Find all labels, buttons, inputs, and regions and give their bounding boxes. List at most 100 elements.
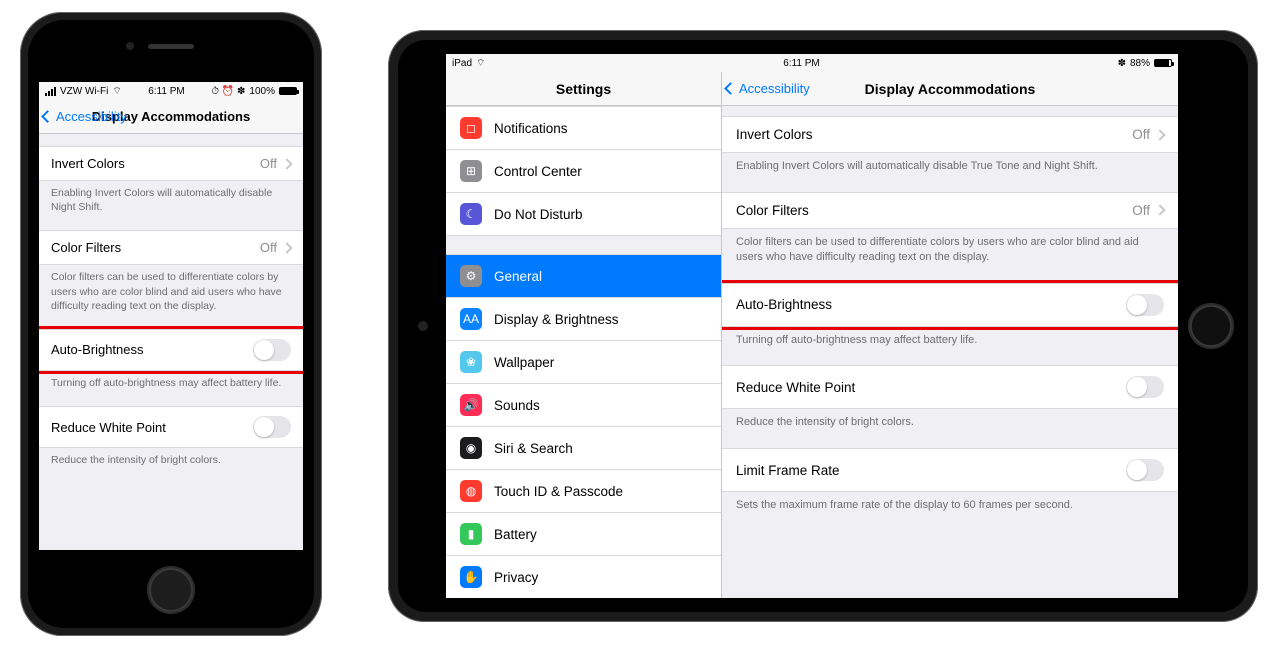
back-button[interactable]: Accessibility xyxy=(43,100,127,133)
sidebar-item-label: Siri & Search xyxy=(494,441,573,456)
row-limit-frame-rate[interactable]: Limit Frame Rate xyxy=(722,448,1178,492)
sidebar-item-label: Sounds xyxy=(494,398,540,413)
toggle-auto-brightness[interactable] xyxy=(253,339,291,361)
chevron-right-icon xyxy=(1154,129,1165,140)
sidebar-item-label: Display & Brightness xyxy=(494,312,619,327)
chevron-right-icon xyxy=(281,158,292,169)
sidebar-item-battery[interactable]: ▮Battery xyxy=(446,513,721,556)
group-invert: Invert Colors Off Enabling Invert Colors… xyxy=(722,116,1178,174)
sidebar-item-dnd[interactable]: ☾Do Not Disturb xyxy=(446,193,721,236)
row-auto-brightness[interactable]: Auto-Brightness xyxy=(39,329,303,371)
group-white-point: Reduce White Point Reduce the intensity … xyxy=(39,406,303,467)
sidebar-item-siri[interactable]: ◉ Siri & Search xyxy=(446,427,721,470)
ipad-screen: iPad ⌔ 6:11 PM ✽ 88% Settings ◻Not xyxy=(446,54,1178,598)
row-invert-colors[interactable]: Invert Colors Off xyxy=(722,116,1178,153)
back-button[interactable]: Accessibility xyxy=(726,72,810,105)
fingerprint-icon: ◍ xyxy=(460,480,482,502)
sidebar-item-label: Privacy xyxy=(494,570,538,585)
battery-icon xyxy=(279,87,297,95)
row-value: Off xyxy=(1132,127,1150,142)
note-limit-frame-rate: Sets the maximum frame rate of the displ… xyxy=(722,492,1178,513)
battery-percent: 88% xyxy=(1130,58,1150,69)
group-auto-brightness: Auto-Brightness Turning off auto-brightn… xyxy=(722,283,1178,348)
sidebar-item-control-center[interactable]: ⊞Control Center xyxy=(446,150,721,193)
toggle-white-point[interactable] xyxy=(1126,376,1164,398)
battery-percent: 100% xyxy=(249,86,275,97)
home-button[interactable] xyxy=(1188,303,1234,349)
sidebar-item-label: Touch ID & Passcode xyxy=(494,484,623,499)
row-label: Limit Frame Rate xyxy=(736,463,840,478)
split-view: Settings ◻ Notifications ⊞Control Center … xyxy=(446,72,1178,598)
group-auto-brightness: Auto-Brightness Turning off auto-brightn… xyxy=(39,329,303,390)
row-label: Auto-Brightness xyxy=(51,342,144,357)
sidebar-item-notifications[interactable]: ◻ Notifications xyxy=(446,106,721,150)
battery-icon: ▮ xyxy=(460,523,482,545)
content-area: Invert Colors Off Enabling Invert Colors… xyxy=(39,134,303,467)
sidebar-list[interactable]: ◻ Notifications ⊞Control Center ☾Do Not D… xyxy=(446,106,721,598)
sidebar-item-sounds[interactable]: 🔊 Sounds xyxy=(446,384,721,427)
row-label: Reduce White Point xyxy=(51,420,166,435)
gear-icon: ⚙ xyxy=(460,265,482,287)
sidebar-item-privacy[interactable]: ✋ Privacy xyxy=(446,556,721,598)
row-reduce-white-point[interactable]: Reduce White Point xyxy=(722,365,1178,409)
note-white-point: Reduce the intensity of bright colors. xyxy=(722,409,1178,430)
settings-sidebar: Settings ◻ Notifications ⊞Control Center … xyxy=(446,72,722,598)
iphone-screen: VZW Wi-Fi ⌔ 6:11 PM ⏱ ⏰ ✽ 100% Accessibi… xyxy=(39,82,303,550)
battery-icon xyxy=(1154,59,1172,67)
toggle-limit-frame-rate[interactable] xyxy=(1126,459,1164,481)
sidebar-item-label: Wallpaper xyxy=(494,355,554,370)
sidebar-item-label: Do Not Disturb xyxy=(494,207,583,222)
status-time: 6:11 PM xyxy=(148,86,185,97)
wallpaper-icon: ❀ xyxy=(460,351,482,373)
group-limit-frame-rate: Limit Frame Rate Sets the maximum frame … xyxy=(722,448,1178,513)
status-time: 6:11 PM xyxy=(783,58,820,69)
home-button[interactable] xyxy=(147,566,195,614)
sidebar-item-display[interactable]: AADisplay & Brightness xyxy=(446,298,721,341)
nav-bar: Settings xyxy=(446,72,721,106)
hand-icon: ✋ xyxy=(460,566,482,588)
nav-bar: Accessibility Display Accommodations xyxy=(722,72,1178,106)
device-label: iPad xyxy=(452,58,472,69)
chevron-right-icon xyxy=(1154,205,1165,216)
wifi-icon: ⌔ xyxy=(112,85,121,98)
row-color-filters[interactable]: Color Filters Off xyxy=(722,192,1178,229)
toggle-white-point[interactable] xyxy=(253,416,291,438)
ipad-device: iPad ⌔ 6:11 PM ✽ 88% Settings ◻Not xyxy=(388,30,1258,622)
content-area: Invert Colors Off Enabling Invert Colors… xyxy=(722,106,1178,598)
sidebar-item-wallpaper[interactable]: ❀ Wallpaper xyxy=(446,341,721,384)
sidebar-item-general[interactable]: ⚙General xyxy=(446,254,721,298)
note-invert: Enabling Invert Colors will automaticall… xyxy=(39,181,303,214)
page-title: Settings xyxy=(556,81,611,97)
row-label: Color Filters xyxy=(736,203,809,218)
row-color-filters[interactable]: Color Filters Off xyxy=(39,230,303,265)
toggle-auto-brightness[interactable] xyxy=(1126,294,1164,316)
speaker-icon xyxy=(148,44,194,49)
front-camera-icon xyxy=(418,321,428,331)
siri-icon: ◉ xyxy=(460,437,482,459)
status-icons: ⏱ ⏰ ✽ xyxy=(211,86,245,97)
sidebar-item-label: Control Center xyxy=(494,164,582,179)
iphone-device: VZW Wi-Fi ⌔ 6:11 PM ⏱ ⏰ ✽ 100% Accessibi… xyxy=(20,12,322,636)
nav-bar: Accessibility Display Accommodations xyxy=(39,100,303,134)
sounds-icon: 🔊 xyxy=(460,394,482,416)
row-value: Off xyxy=(260,240,277,255)
sidebar-item-label: Notifications xyxy=(494,121,568,136)
row-label: Auto-Brightness xyxy=(736,297,832,312)
ipad-bezel: iPad ⌔ 6:11 PM ✽ 88% Settings ◻Not xyxy=(398,40,1248,612)
back-label: Accessibility xyxy=(739,81,810,96)
carrier-label: VZW Wi-Fi xyxy=(60,86,108,97)
bluetooth-icon: ✽ xyxy=(1118,58,1126,69)
row-reduce-white-point[interactable]: Reduce White Point xyxy=(39,406,303,448)
page-title: Display Accommodations xyxy=(865,81,1036,97)
row-auto-brightness[interactable]: Auto-Brightness xyxy=(722,283,1178,327)
notifications-icon: ◻ xyxy=(460,117,482,139)
iphone-bezel: VZW Wi-Fi ⌔ 6:11 PM ⏱ ⏰ ✽ 100% Accessibi… xyxy=(28,20,314,628)
sidebar-item-touchid[interactable]: ◍ Touch ID & Passcode xyxy=(446,470,721,513)
chevron-right-icon xyxy=(281,242,292,253)
row-invert-colors[interactable]: Invert Colors Off xyxy=(39,146,303,181)
chevron-left-icon xyxy=(724,82,737,95)
status-bar: iPad ⌔ 6:11 PM ✽ 88% xyxy=(446,54,1178,72)
group-white-point: Reduce White Point Reduce the intensity … xyxy=(722,365,1178,430)
wifi-icon: ⌔ xyxy=(476,57,485,70)
detail-pane: Accessibility Display Accommodations Inv… xyxy=(722,72,1178,598)
